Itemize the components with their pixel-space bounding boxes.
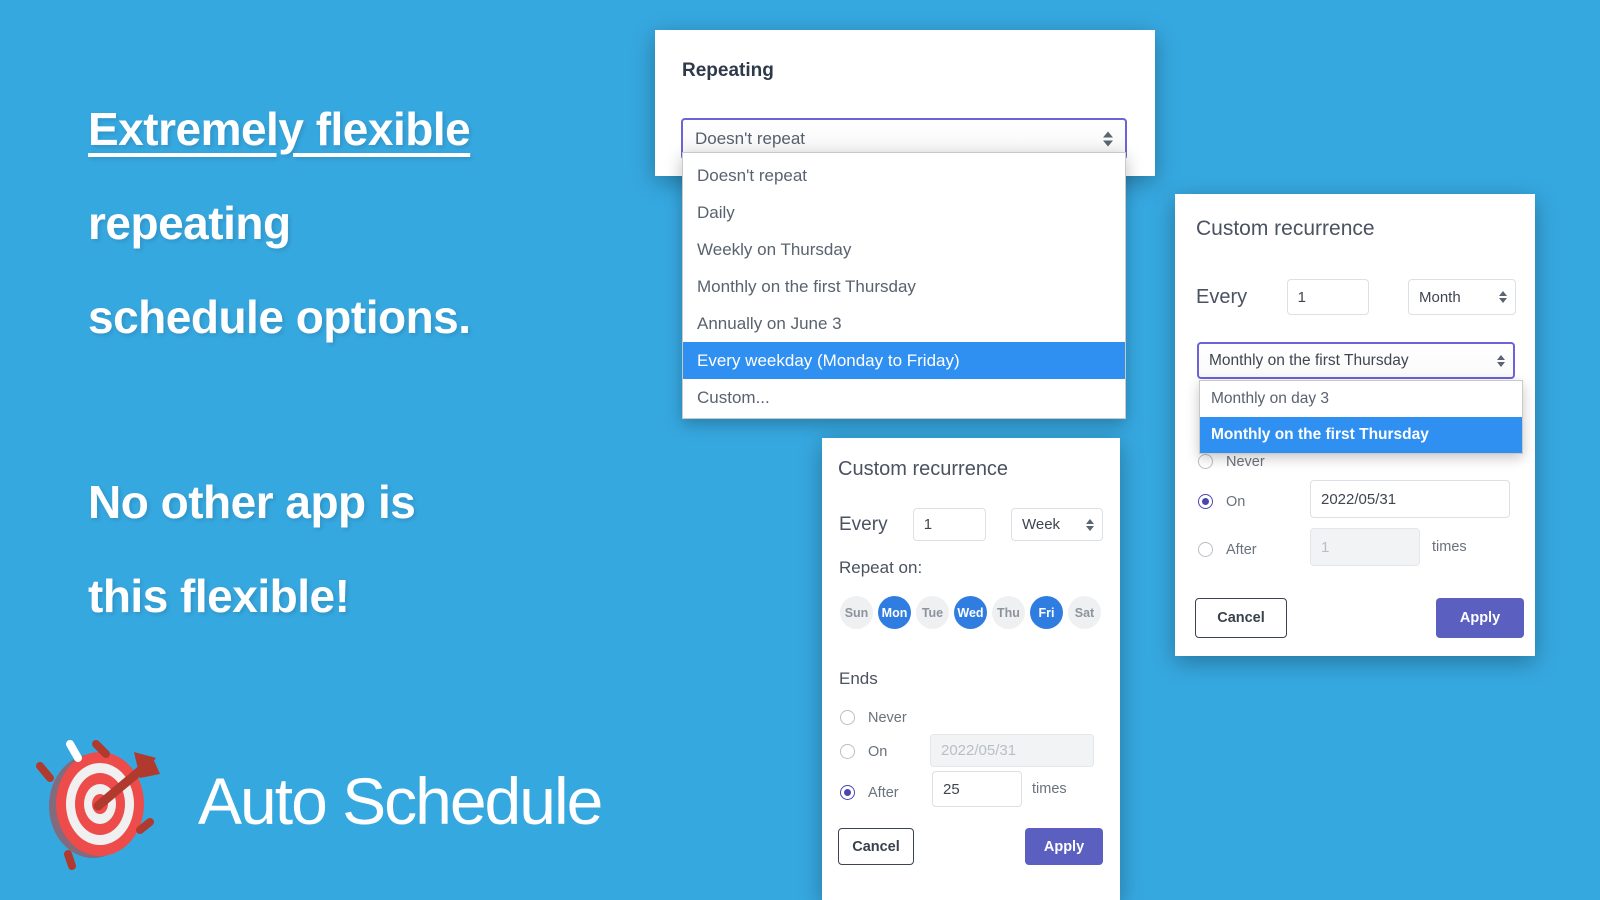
repeating-dropdown-menu[interactable]: Doesn't repeat Daily Weekly on Thursday … (682, 152, 1126, 419)
radio-never[interactable] (840, 710, 855, 725)
weekday-wed[interactable]: Wed (954, 596, 987, 629)
repeat-option-4[interactable]: Annually on June 3 (683, 305, 1125, 342)
monthly-interval-value: 1 (1297, 288, 1306, 306)
chevron-updown-icon (1499, 291, 1507, 303)
weekday-mon[interactable]: Mon (878, 596, 911, 629)
promo-line-3: schedule options. (88, 291, 471, 343)
monthly-after-label: After (1226, 541, 1257, 558)
monthly-unit-select[interactable]: Month (1408, 279, 1516, 315)
weekly-cancel-button[interactable]: Cancel (838, 828, 914, 865)
monthly-dialog-title: Custom recurrence (1196, 217, 1375, 240)
monthly-never-label: Never (1226, 453, 1265, 470)
brand-name: Auto Schedule (198, 764, 603, 838)
weekly-times-label: times (1032, 781, 1067, 797)
monthly-apply-label: Apply (1459, 610, 1501, 626)
monthly-after-placeholder: 1 (1321, 538, 1330, 556)
monthly-every-label: Every (1196, 285, 1248, 308)
repeat-option-3[interactable]: Monthly on the first Thursday (683, 268, 1125, 305)
weekly-after-count-value: 25 (943, 780, 960, 798)
monthly-mode-select[interactable]: Monthly on the first Thursday (1197, 342, 1515, 379)
radio-after[interactable] (1198, 542, 1213, 557)
weekly-on-date-placeholder: 2022/05/31 (941, 742, 1017, 759)
monthly-mode-value: Monthly on the first Thursday (1209, 351, 1409, 369)
repeat-option-5[interactable]: Every weekday (Monday to Friday) (683, 342, 1125, 379)
monthly-on-date-value: 2022/05/31 (1321, 490, 1397, 508)
weekly-unit-value: Week (1021, 516, 1061, 533)
weekly-interval-input[interactable]: 1 (912, 508, 986, 541)
repeat-option-2[interactable]: Weekly on Thursday (683, 231, 1125, 268)
weekday-sun[interactable]: Sun (840, 596, 873, 629)
radio-after[interactable] (840, 785, 855, 800)
radio-on[interactable] (840, 744, 855, 759)
promo-line-5: this flexible! (88, 570, 350, 622)
weekly-every-row: Every 1 Week (839, 508, 1103, 541)
weekly-every-label: Every (839, 513, 888, 535)
monthly-ends-on-row[interactable]: On (1198, 486, 1245, 517)
weekly-ends-label: Ends (839, 669, 878, 688)
weekly-repeat-on-label: Repeat on: (839, 558, 923, 577)
promo-subhead-block: No other app is this flexible! (88, 455, 668, 643)
promo-headline-block: Extremely flexible repeating schedule op… (88, 82, 668, 364)
weekly-unit-select[interactable]: Week (1010, 508, 1103, 541)
weekday-tue[interactable]: Tue (916, 596, 949, 629)
weekly-on-label: On (868, 743, 888, 760)
monthly-mode-option-0[interactable]: Monthly on day 3 (1200, 381, 1522, 417)
weekday-fri[interactable]: Fri (1030, 596, 1063, 629)
weekly-dialog-title: Custom recurrence (838, 458, 1009, 480)
weekly-ends-never-row[interactable]: Never (840, 702, 907, 733)
repeat-option-6[interactable]: Custom... (683, 379, 1125, 416)
monthly-every-row: Every 1 Month (1196, 279, 1516, 315)
weekday-sat[interactable]: Sat (1068, 596, 1101, 629)
monthly-apply-button[interactable]: Apply (1436, 598, 1524, 638)
weekday-selector: Sun Mon Tue Wed Thu Fri Sat (840, 596, 1101, 629)
monthly-on-label: On (1226, 493, 1246, 510)
chevron-updown-icon (1085, 518, 1094, 531)
weekly-never-label: Never (868, 709, 907, 726)
promo-line-1: Extremely flexible (88, 103, 471, 155)
monthly-times-label: times (1432, 539, 1467, 555)
promo-line-2: repeating (88, 197, 291, 249)
radio-never[interactable] (1198, 454, 1213, 469)
monthly-ends-after-row[interactable]: After (1198, 534, 1257, 565)
monthly-cancel-label: Cancel (1217, 610, 1265, 626)
monthly-interval-input[interactable]: 1 (1286, 279, 1369, 315)
weekly-apply-button[interactable]: Apply (1025, 828, 1103, 865)
weekly-cancel-label: Cancel (852, 838, 900, 855)
weekly-ends-on-row[interactable]: On (840, 736, 887, 767)
monthly-cancel-button[interactable]: Cancel (1195, 598, 1287, 638)
weekly-after-label: After (868, 784, 899, 801)
monthly-unit-value: Month (1419, 288, 1461, 306)
monthly-mode-option-1[interactable]: Monthly on the first Thursday (1200, 417, 1522, 453)
custom-recurrence-weekly-dialog: Custom recurrence Every 1 Week Repeat on… (822, 438, 1120, 900)
monthly-after-count-input: 1 (1310, 528, 1420, 566)
repeat-option-0[interactable]: Doesn't repeat (683, 157, 1125, 194)
monthly-on-date-input[interactable]: 2022/05/31 (1310, 480, 1510, 518)
weekly-after-count-input[interactable]: 25 (932, 771, 1022, 807)
weekly-ends-after-row[interactable]: After (840, 777, 899, 808)
repeat-option-1[interactable]: Daily (683, 194, 1125, 231)
monthly-mode-dropdown-menu[interactable]: Monthly on day 3 Monthly on the first Th… (1199, 380, 1523, 454)
chevron-updown-icon (1103, 131, 1113, 147)
weekly-on-date-input: 2022/05/31 (930, 734, 1094, 767)
chevron-updown-icon (1497, 354, 1505, 367)
repeating-select-value: Doesn't repeat (695, 129, 806, 148)
brand-logo: Auto Schedule (30, 726, 603, 876)
target-arrow-icon (36, 740, 160, 870)
weekday-thu[interactable]: Thu (992, 596, 1025, 629)
repeating-title: Repeating (682, 60, 774, 81)
radio-on[interactable] (1198, 494, 1213, 509)
weekly-interval-value: 1 (923, 516, 933, 533)
promo-line-4: No other app is (88, 476, 416, 528)
weekly-apply-label: Apply (1043, 838, 1085, 855)
